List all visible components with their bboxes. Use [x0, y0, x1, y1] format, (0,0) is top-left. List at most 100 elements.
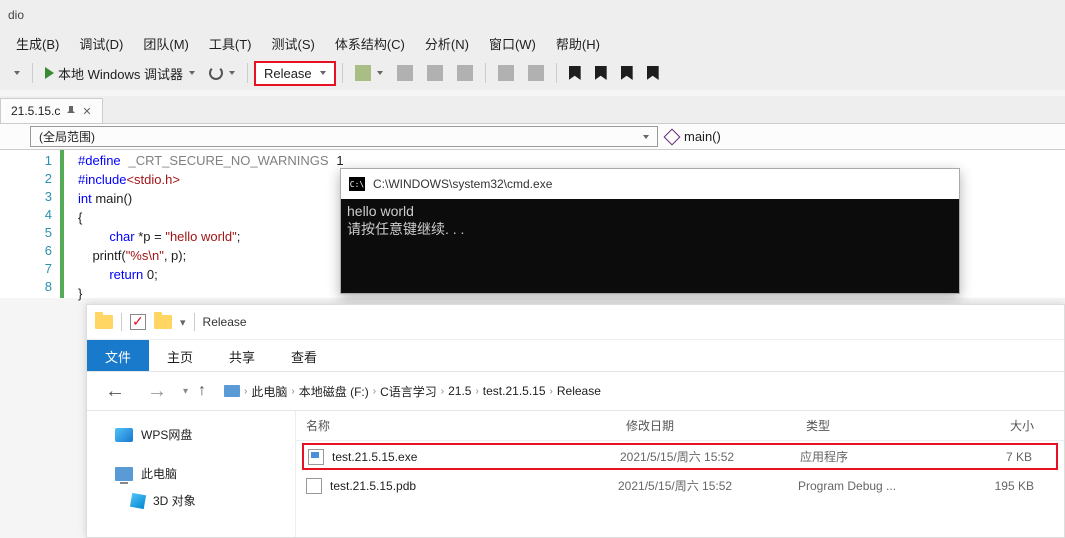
menu-help[interactable]: 帮助(H) — [546, 30, 610, 57]
code-content[interactable]: #define _CRT_SECURE_NO_WARNINGS 1 #inclu… — [64, 150, 344, 298]
history-dropdown[interactable]: ▾ — [183, 386, 188, 397]
breadcrumb[interactable]: › 此电脑› 本地磁盘 (F:)› C语言学习› 21.5› test.21.5… — [216, 379, 1052, 404]
bookmark-icon — [595, 66, 607, 80]
breadcrumb-item[interactable]: 此电脑 — [251, 383, 287, 400]
titlebar-text: dio — [8, 8, 24, 22]
bookmark-1[interactable] — [563, 62, 587, 84]
menu-test[interactable]: 测试(S) — [262, 30, 325, 57]
bookmark-2[interactable] — [589, 62, 613, 84]
cube-icon — [130, 492, 146, 508]
dropdown-icon — [320, 71, 326, 75]
separator — [342, 63, 343, 83]
toolbar-dropdown[interactable] — [6, 67, 26, 79]
checkbox-icon[interactable] — [130, 314, 146, 330]
ribbon-tab-view[interactable]: 查看 — [273, 340, 335, 371]
breadcrumb-item[interactable]: 本地磁盘 (F:) — [299, 383, 369, 400]
pc-icon — [224, 385, 240, 397]
document-tab[interactable]: 21.5.15.c ✕ — [0, 98, 103, 123]
separator — [121, 313, 122, 331]
ribbon-tab-file[interactable]: 文件 — [87, 340, 149, 371]
ribbon-tabs: 文件 主页 共享 查看 — [87, 339, 1064, 371]
column-headers[interactable]: 名称 修改日期 类型 大小 — [296, 411, 1064, 441]
debugger-label: 本地 Windows 调试器 — [58, 64, 183, 83]
toolbar-icon-6[interactable] — [522, 61, 550, 85]
separator — [194, 313, 195, 331]
toolbar-icon-1[interactable] — [349, 61, 389, 85]
ribbon-tab-home[interactable]: 主页 — [149, 340, 211, 371]
navigation-pane: WPS网盘 此电脑 3D 对象 — [87, 411, 295, 537]
explorer-title: Release — [203, 315, 247, 329]
bookmark-icon — [569, 66, 581, 80]
overflow-icon[interactable]: ▾ — [180, 316, 186, 329]
wps-icon — [115, 428, 133, 442]
breadcrumb-item[interactable]: C语言学习 — [380, 383, 437, 400]
breadcrumb-item[interactable]: 21.5 — [448, 384, 471, 398]
tab-filename: 21.5.15.c — [11, 104, 60, 118]
breadcrumb-item[interactable]: test.21.5.15 — [483, 384, 546, 398]
explorer-titlebar[interactable]: ▾ Release — [87, 305, 1064, 339]
cmd-titlebar[interactable]: C:\ C:\WINDOWS\system32\cmd.exe — [341, 169, 959, 199]
menu-analyze[interactable]: 分析(N) — [415, 30, 479, 57]
menu-architecture[interactable]: 体系结构(C) — [325, 30, 415, 57]
bookmark-4[interactable] — [641, 62, 665, 84]
separator — [32, 63, 33, 83]
config-label: Release — [264, 66, 312, 81]
file-explorer: ▾ Release 文件 主页 共享 查看 ← → ▾ ↑ › 此电脑› 本地磁… — [86, 304, 1065, 538]
refresh-icon — [209, 66, 223, 80]
cmd-output: hello world 请按任意键继续. . . — [341, 199, 959, 293]
menu-team[interactable]: 团队(M) — [133, 30, 199, 57]
function-selector[interactable]: main() — [658, 124, 729, 149]
separator — [247, 63, 248, 83]
scope-bar: (全局范围) main() — [0, 124, 1065, 150]
dropdown-icon — [643, 135, 649, 139]
exe-icon — [308, 449, 324, 465]
menu-debug[interactable]: 调试(D) — [69, 30, 133, 57]
start-debugger-button[interactable]: 本地 Windows 调试器 — [39, 60, 201, 87]
col-size[interactable]: 大小 — [946, 417, 1054, 434]
menu-build[interactable]: 生成(B) — [6, 30, 69, 57]
function-label: main() — [684, 129, 721, 144]
nav-this-pc[interactable]: 此电脑 — [87, 460, 295, 487]
forward-button[interactable]: → — [141, 380, 173, 403]
menu-window[interactable]: 窗口(W) — [479, 30, 546, 57]
col-name[interactable]: 名称 — [306, 417, 626, 434]
nav-3d-objects[interactable]: 3D 对象 — [87, 487, 295, 514]
file-row-exe[interactable]: test.21.5.15.exe 2021/5/15/周六 15:52 应用程序… — [302, 443, 1058, 470]
pin-icon[interactable] — [66, 106, 76, 116]
vs-titlebar: dio — [0, 0, 1065, 30]
folder-icon — [154, 315, 172, 329]
toolbar-icon-2[interactable] — [391, 61, 419, 85]
bookmark-3[interactable] — [615, 62, 639, 84]
back-button[interactable]: ← — [99, 380, 131, 403]
nav-wps[interactable]: WPS网盘 — [87, 421, 295, 448]
menu-tools[interactable]: 工具(T) — [199, 30, 262, 57]
build-config-selector[interactable]: Release — [254, 61, 336, 86]
toolbar-icon-3[interactable] — [421, 61, 449, 85]
toolbar-icon-5[interactable] — [492, 61, 520, 85]
file-row-pdb[interactable]: test.21.5.15.pdb 2021/5/15/周六 15:52 Prog… — [296, 472, 1064, 499]
line-gutter: 1 2 3 4 5 6 7 8 — [0, 150, 60, 298]
play-icon — [45, 67, 54, 79]
toolbar: 本地 Windows 调试器 Release — [0, 56, 1065, 90]
cmd-title-text: C:\WINDOWS\system32\cmd.exe — [373, 177, 552, 191]
dropdown-icon — [189, 71, 195, 75]
scope-selector[interactable]: (全局范围) — [30, 126, 658, 147]
scope-label: (全局范围) — [39, 128, 95, 145]
separator — [485, 63, 486, 83]
col-type[interactable]: 类型 — [806, 417, 946, 434]
col-date[interactable]: 修改日期 — [626, 417, 806, 434]
explorer-body: WPS网盘 此电脑 3D 对象 名称 修改日期 类型 大小 test.21.5.… — [87, 411, 1064, 537]
close-icon[interactable]: ✕ — [82, 105, 91, 118]
separator — [556, 63, 557, 83]
up-button[interactable]: ↑ — [198, 382, 206, 400]
file-list: 名称 修改日期 类型 大小 test.21.5.15.exe 2021/5/15… — [295, 411, 1064, 537]
document-tabs: 21.5.15.c ✕ — [0, 96, 1065, 124]
folder-icon — [95, 315, 113, 329]
cmd-window[interactable]: C:\ C:\WINDOWS\system32\cmd.exe hello wo… — [340, 168, 960, 294]
bookmark-icon — [621, 66, 633, 80]
menubar: 生成(B) 调试(D) 团队(M) 工具(T) 测试(S) 体系结构(C) 分析… — [0, 30, 1065, 56]
refresh-button[interactable] — [203, 62, 241, 84]
breadcrumb-item[interactable]: Release — [557, 384, 601, 398]
toolbar-icon-4[interactable] — [451, 61, 479, 85]
ribbon-tab-share[interactable]: 共享 — [211, 340, 273, 371]
